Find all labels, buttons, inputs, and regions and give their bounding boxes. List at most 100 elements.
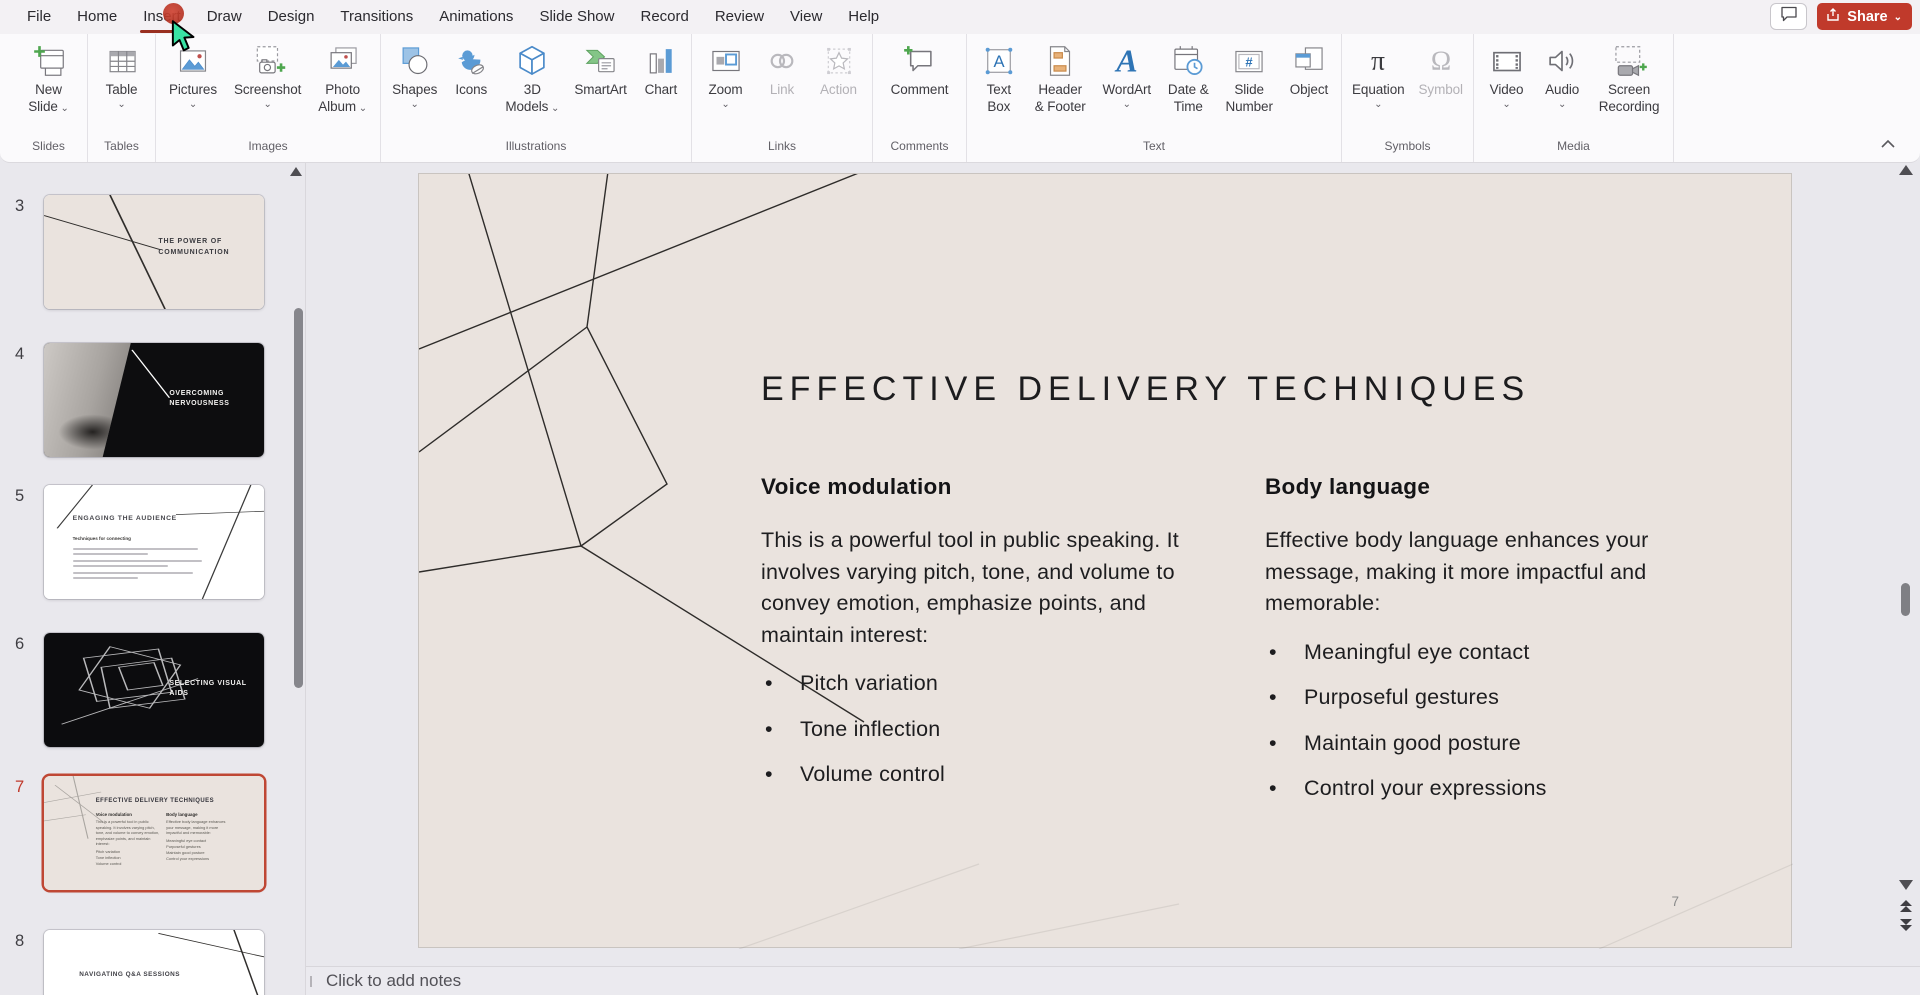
slide-thumbnail-3[interactable]: THE POWER OF COMMUNICATION [44, 195, 264, 309]
scroll-up-icon[interactable] [290, 167, 302, 176]
body-language-column[interactable]: Body language Effective body language en… [1265, 474, 1689, 819]
ribbon-button-shapes[interactable]: Shapes⌄ [388, 39, 441, 110]
ribbon-group-buttons: Shapes⌄Icons3DModels ⌄ SmartArt Chart [381, 34, 691, 139]
label-line: SmartArt [574, 82, 626, 97]
slide-thumbnail-preview: THE POWER OF COMMUNICATION [44, 195, 264, 309]
ribbon-button-label: PhotoAlbum ⌄ [318, 82, 367, 115]
powerpoint-window: { "menu_bar": { "tabs": [ {"label":"File… [0, 0, 1920, 995]
label-line: Slide [28, 99, 58, 114]
slide-thumbnail-preview: ENGAGING THE AUDIENCE Techniques for con… [44, 485, 264, 599]
notes-splitter-handle[interactable] [310, 976, 312, 987]
ribbon-button-action: Action [816, 39, 862, 99]
label-line: Slide [1234, 82, 1264, 97]
ribbon-button-label: Equation⌄ [1352, 82, 1405, 110]
ribbon-button-icons[interactable]: Icons [448, 39, 494, 99]
next-slide-icon[interactable] [1898, 918, 1914, 937]
menu-tab-slide-show[interactable]: Slide Show [526, 0, 627, 34]
ribbon-button-comment[interactable]: Comment [887, 39, 953, 99]
label-line: Text [987, 82, 1011, 97]
icons-icon [452, 42, 490, 80]
thumbnail-column-heading: Voice modulation [96, 812, 160, 817]
slide-title[interactable]: EFFECTIVE DELIVERY TECHNIQUES [761, 370, 1530, 409]
ribbon-button-smartart[interactable]: SmartArt [570, 39, 630, 99]
menu-tab-help[interactable]: Help [835, 0, 892, 34]
ribbon-group-label: Comments [873, 139, 966, 162]
slide-thumbnail-6[interactable]: SELECTING VISUAL AIDS [44, 633, 264, 747]
scroll-down-icon[interactable] [1899, 880, 1913, 890]
zoom-icon [707, 42, 745, 80]
ribbon-button-label: Zoom⌄ [708, 82, 742, 110]
link-icon [763, 42, 801, 80]
ribbon-button-wordart[interactable]: AWordArt⌄ [1099, 39, 1156, 110]
ribbon-button-photo-album[interactable]: PhotoAlbum ⌄ [314, 39, 371, 115]
ribbon-button-zoom[interactable]: Zoom⌄ [703, 39, 749, 110]
ribbon-button-label: Symbol [1419, 82, 1463, 99]
previous-slide-icon[interactable] [1898, 899, 1914, 918]
ribbon-button-label: Chart [645, 82, 678, 99]
ribbon-button-slide-number[interactable]: #SlideNumber [1221, 39, 1276, 115]
ribbon-button-equation[interactable]: πEquation⌄ [1348, 39, 1409, 110]
ribbon-button-text-box[interactable]: ATextBox [976, 39, 1022, 115]
ribbon-button-audio[interactable]: Audio⌄ [1539, 39, 1585, 110]
collapse-ribbon-icon[interactable] [1880, 136, 1896, 154]
ribbon-button-video[interactable]: Video⌄ [1484, 39, 1530, 110]
menu-tab-animations[interactable]: Animations [426, 0, 526, 34]
video-icon [1488, 42, 1526, 80]
slide-bullet: Volume control [761, 759, 1181, 790]
slide-number-7: 7 [15, 778, 24, 797]
scroll-up-icon[interactable] [1899, 165, 1913, 175]
ribbon-group-text: ATextBoxHeader& FooterAWordArt⌄Date &Tim… [967, 34, 1342, 162]
menu-tab-file[interactable]: File [14, 0, 64, 34]
ribbon-group-buttons: πEquation⌄ΩSymbol [1342, 34, 1473, 139]
notes-placeholder[interactable]: Click to add notes [326, 971, 461, 991]
panel-splitter[interactable] [305, 163, 306, 995]
equation-icon: π [1359, 42, 1397, 80]
chart-icon [642, 42, 680, 80]
menu-tab-draw[interactable]: Draw [194, 0, 255, 34]
menu-tab-review[interactable]: Review [702, 0, 777, 34]
menu-tab-transitions[interactable]: Transitions [327, 0, 426, 34]
thumbnail-slide-title: SELECTING VISUAL AIDS [169, 679, 253, 701]
ribbon-button-chart[interactable]: Chart [638, 39, 684, 99]
slide-thumbnail-8[interactable]: NAVIGATING Q&A SESSIONS Preparing for qu… [44, 930, 264, 995]
ribbon-button-date-time[interactable]: Date &Time [1164, 39, 1213, 115]
menu-tab-label: Draw [207, 8, 242, 25]
column-heading: Voice modulation [761, 474, 1181, 500]
ribbon-button-screenshot[interactable]: Screenshot⌄ [230, 39, 305, 110]
slide-thumbnail-7[interactable]: EFFECTIVE DELIVERY TECHNIQUES Voice modu… [44, 776, 264, 890]
ribbon-button-label: Action [820, 82, 857, 99]
ribbon-button-header-footer[interactable]: Header& Footer [1031, 39, 1090, 115]
ribbon-button-3d-models[interactable]: 3DModels ⌄ [501, 39, 563, 115]
thumbnail-scrollbar[interactable] [294, 308, 303, 688]
ribbon-button-new-slide[interactable]: NewSlide ⌄ [24, 39, 73, 115]
bullet-list: Pitch variationTone inflectionVolume con… [761, 668, 1181, 790]
label-line: Recording [1599, 99, 1660, 114]
slide-thumbnail-5[interactable]: ENGAGING THE AUDIENCE Techniques for con… [44, 485, 264, 599]
ribbon-group-label: Symbols [1342, 139, 1473, 162]
menu-tab-home[interactable]: Home [64, 0, 130, 34]
share-label: Share [1847, 9, 1887, 25]
label-line: Table [106, 82, 138, 97]
thumbnail-slide-title: OVERCOMING NERVOUSNESS [169, 389, 257, 411]
notes-pane[interactable]: Click to add notes [306, 966, 1920, 995]
mouse-cursor [170, 20, 200, 59]
new-slide-icon [30, 42, 68, 80]
ribbon-button-label: NewSlide ⌄ [28, 82, 69, 115]
voice-modulation-column[interactable]: Voice modulation This is a powerful tool… [761, 474, 1181, 805]
ribbon-button-screen-recording[interactable]: ScreenRecording [1595, 39, 1664, 115]
menu-tab-view[interactable]: View [777, 0, 835, 34]
menu-tab-record[interactable]: Record [627, 0, 701, 34]
slide-page-number: 7 [1671, 894, 1679, 909]
ribbon-group-slides: NewSlide ⌄Slides [10, 34, 88, 162]
comments-toggle-button[interactable] [1770, 3, 1807, 30]
ribbon-group-tables: Table⌄Tables [88, 34, 156, 162]
slide-bullet: Maintain good posture [1265, 728, 1689, 759]
menu-bar: FileHomeInsertDrawDesignTransitionsAnima… [0, 0, 1920, 34]
share-button[interactable]: Share ⌄ [1817, 3, 1912, 30]
ribbon-button-object[interactable]: Object [1286, 39, 1332, 99]
slide-thumbnail-4[interactable]: OVERCOMING NERVOUSNESS [44, 343, 264, 457]
ribbon-button-table[interactable]: Table⌄ [99, 39, 145, 110]
slide-canvas[interactable]: EFFECTIVE DELIVERY TECHNIQUES Voice modu… [418, 173, 1792, 948]
menu-tab-design[interactable]: Design [255, 0, 328, 34]
editor-scrollbar[interactable] [1901, 583, 1910, 616]
